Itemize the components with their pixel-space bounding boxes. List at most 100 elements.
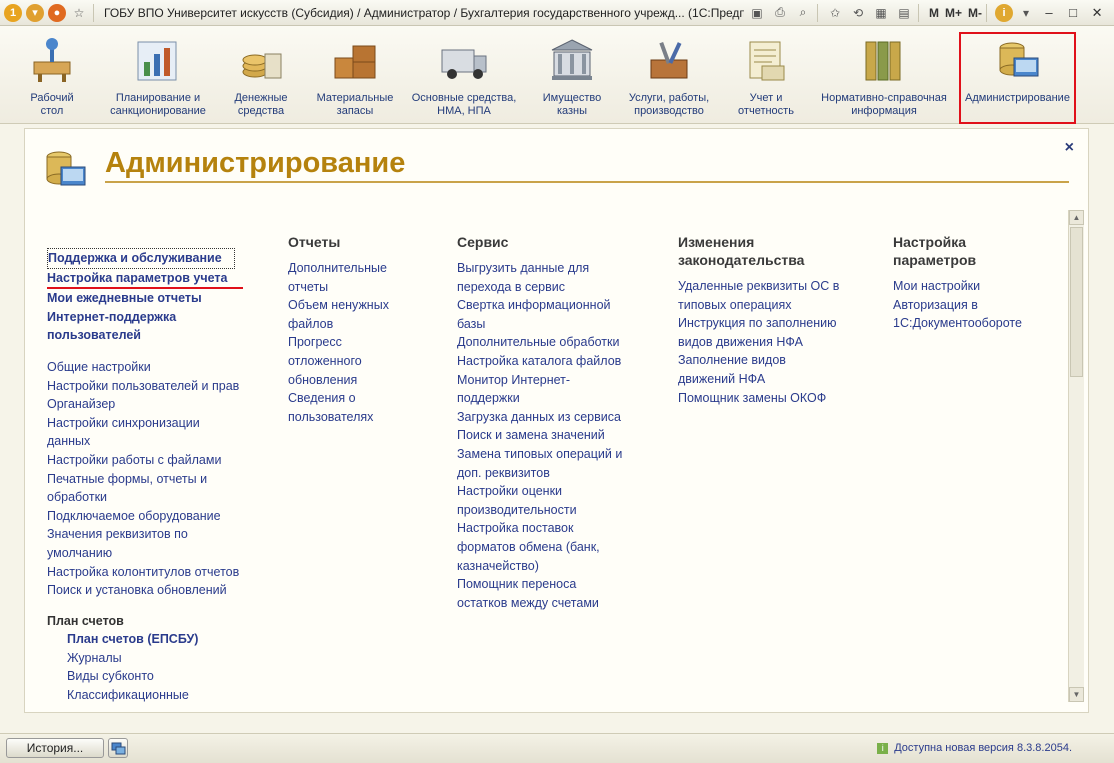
group-links: План счетов (ЕПСБУ) Журналы Виды субконт… xyxy=(47,630,257,704)
link-replace-operations[interactable]: Замена типовых операций и доп. реквизито… xyxy=(457,445,657,482)
separator xyxy=(986,3,988,22)
group-heading-chart-of-accounts: План счетов xyxy=(47,613,124,628)
link-balance-transfer[interactable]: Помощник переноса остатков между счетами xyxy=(457,575,657,612)
link-deleted-attrs[interactable]: Удаленные реквизиты ОС в типовых операци… xyxy=(678,277,878,314)
column-main-links: Поддержка и обслуживание Настройка парам… xyxy=(47,248,257,705)
m-minus-button[interactable]: M- xyxy=(968,6,982,20)
star-icon[interactable]: ☆ xyxy=(69,3,89,23)
link-nfa-instruction[interactable]: Инструкция по заполнению видов движения … xyxy=(678,314,878,351)
section-treasury[interactable]: Имущество казны xyxy=(530,36,614,118)
separator xyxy=(817,3,818,22)
link-nfa-fill[interactable]: Заполнение видов движений НФА xyxy=(678,351,878,388)
calc-icon[interactable]: ▦ xyxy=(871,3,891,23)
column-legislation: Изменения законодательства Удаленные рек… xyxy=(678,233,878,407)
close-panel-button[interactable]: × xyxy=(1065,139,1074,157)
link-file-settings[interactable]: Настройки работы с файлами xyxy=(47,451,257,470)
scroll-thumb[interactable] xyxy=(1070,227,1083,377)
column-heading: Изменения законодательства xyxy=(678,234,805,268)
favorite-add-icon[interactable]: ✩ xyxy=(825,3,845,23)
link-okof-assistant[interactable]: Помощник замены ОКОФ xyxy=(678,389,878,408)
link-support[interactable]: Поддержка и обслуживание xyxy=(47,248,235,269)
section-label: Имущество казны xyxy=(542,92,602,117)
maximize-button[interactable]: □ xyxy=(1062,3,1084,23)
link-daily-reports[interactable]: Мои ежедневные отчеты xyxy=(47,289,257,308)
link-equipment[interactable]: Подключаемое оборудование xyxy=(47,507,257,526)
section-inventory[interactable]: Материальные запасы xyxy=(310,36,400,118)
link-extra-reports[interactable]: Дополнительные отчеты xyxy=(288,259,438,296)
history-button[interactable]: История... xyxy=(6,738,104,758)
update-available-text[interactable]: Доступна новая версия 8.3.8.2054. xyxy=(894,742,1072,754)
link-default-values[interactable]: Значения реквизитов по умолчанию xyxy=(47,525,257,562)
info-dropdown-icon[interactable]: ▾ xyxy=(1016,3,1036,23)
link-export-service[interactable]: Выгрузить данные для перехода в сервис xyxy=(457,259,657,296)
section-label: Планирование и санкционирование xyxy=(110,92,206,117)
vertical-scrollbar[interactable]: ▲ ▼ xyxy=(1068,210,1084,702)
link-unused-files[interactable]: Объем ненужных файлов xyxy=(288,296,438,333)
building-icon xyxy=(548,36,596,84)
link-docflow-auth[interactable]: Авторизация в 1С:Документообороте xyxy=(893,296,1063,333)
scroll-up-icon[interactable]: ▲ xyxy=(1069,210,1084,225)
save-icon[interactable]: ▣ xyxy=(747,3,767,23)
main-menu-icon[interactable]: ● xyxy=(48,3,66,22)
truck-icon xyxy=(440,36,488,84)
link-my-settings[interactable]: Мои настройки xyxy=(893,277,1063,296)
column-parameters: Настройка параметров Мои настройки Автор… xyxy=(893,233,1063,333)
link-performance[interactable]: Настройки оценки производительности xyxy=(457,482,657,519)
scroll-down-icon[interactable]: ▼ xyxy=(1069,687,1084,702)
link-extra-processing[interactable]: Дополнительные обработки xyxy=(457,333,657,352)
link-search-replace[interactable]: Поиск и замена значений xyxy=(457,426,657,445)
link-sync-settings[interactable]: Настройки синхронизации данных xyxy=(47,414,257,451)
link-collapse-base[interactable]: Свертка информационной базы xyxy=(457,296,657,333)
section-money[interactable]: Денежные средства xyxy=(222,36,300,118)
link-internet-support[interactable]: Интернет-поддержка пользователей xyxy=(47,308,257,345)
link-file-catalog[interactable]: Настройка каталога файлов xyxy=(457,352,657,371)
status-bar: История... i Доступна новая версия 8.3.8… xyxy=(0,733,1114,763)
link-organizer[interactable]: Органайзер xyxy=(47,395,257,414)
link-subconto[interactable]: Виды субконто xyxy=(67,667,257,686)
section-desktop[interactable]: Рабочий стол xyxy=(10,36,94,118)
tools-icon xyxy=(645,36,693,84)
calendar-icon[interactable]: ▤ xyxy=(894,3,914,23)
windows-icon[interactable] xyxy=(108,738,128,758)
info-icon[interactable]: i xyxy=(995,3,1014,22)
section-services[interactable]: Услуги, работы, производство xyxy=(622,36,716,118)
minimize-button[interactable]: – xyxy=(1038,3,1060,23)
link-general-settings[interactable]: Общие настройки xyxy=(47,358,257,377)
sections-panel: Рабочий стол Планирование и санкциониров… xyxy=(0,26,1114,124)
history-icon[interactable]: ⟲ xyxy=(848,3,868,23)
section-label: Учет и отчетность xyxy=(738,92,794,117)
status-info[interactable]: i Доступна новая версия 8.3.8.2054. xyxy=(877,742,1072,754)
link-report-headers[interactable]: Настройка колонтитулов отчетов xyxy=(47,563,257,582)
link-classification[interactable]: Классификационные xyxy=(67,686,257,705)
link-print-forms[interactable]: Печатные формы, отчеты и обработки xyxy=(47,470,257,507)
link-journals[interactable]: Журналы xyxy=(67,649,257,668)
link-support-monitor[interactable]: Монитор Интернет- поддержки xyxy=(457,371,657,408)
link-updates[interactable]: Поиск и установка обновлений xyxy=(47,581,257,600)
info-icon: i xyxy=(877,742,889,754)
link-user-settings[interactable]: Настройки пользователей и прав xyxy=(47,377,257,396)
app-logo-icon[interactable]: 1 xyxy=(4,3,22,22)
admin-icon xyxy=(43,147,87,191)
section-accounting[interactable]: Учет и отчетность xyxy=(726,36,806,118)
link-chart-epsbu[interactable]: План счетов (ЕПСБУ) xyxy=(67,630,257,649)
link-deferred-update[interactable]: Прогресс отложенного обновления xyxy=(288,333,438,389)
section-planning[interactable]: Планирование и санкционирование xyxy=(102,36,214,118)
section-fixed-assets[interactable]: Основные средства, НМА, НПА xyxy=(406,36,522,118)
link-accounting-params[interactable]: Настройка параметров учета xyxy=(47,269,243,290)
preview-icon[interactable]: ⌕ xyxy=(793,3,813,23)
section-reference[interactable]: Нормативно-справочная информация xyxy=(814,36,954,118)
m-plus-button[interactable]: M+ xyxy=(945,6,962,20)
section-administration[interactable]: Администрирование xyxy=(959,32,1076,124)
separator xyxy=(918,3,919,22)
menu-dropdown-icon[interactable]: ▾ xyxy=(26,3,44,22)
binders-icon xyxy=(860,36,908,84)
boxes-icon xyxy=(331,36,379,84)
m-button[interactable]: M xyxy=(929,6,939,20)
close-button[interactable]: ✕ xyxy=(1086,3,1108,23)
print-icon[interactable]: ⎙ xyxy=(770,3,790,23)
link-exchange-formats[interactable]: Настройка поставок форматов обмена (банк… xyxy=(457,519,657,575)
link-load-from-service[interactable]: Загрузка данных из сервиса xyxy=(457,408,657,427)
section-label: Материальные запасы xyxy=(316,92,394,117)
link-user-info[interactable]: Сведения о пользователях xyxy=(288,389,438,426)
